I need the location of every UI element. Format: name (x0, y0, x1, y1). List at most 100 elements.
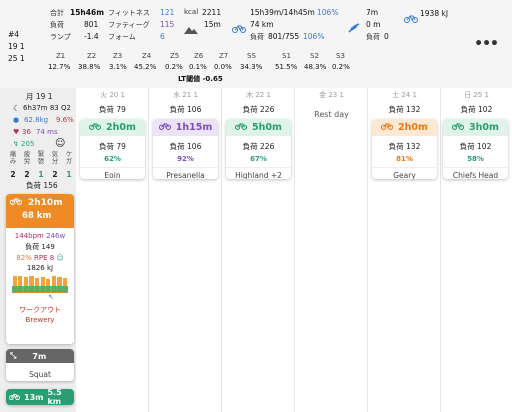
steps-value: 205 (21, 140, 35, 148)
day-date: 金 23 1 (319, 91, 344, 99)
load-value: 801 (84, 20, 99, 29)
week-start: 19 1 (8, 42, 25, 51)
workout-label: ワークアウト (19, 306, 61, 314)
other-time: 7m (366, 8, 379, 17)
zone-value: 38.8% (78, 63, 101, 71)
walk-card[interactable]: 13m 5.5 km (6, 389, 74, 405)
zone-label: Z6 (194, 52, 204, 60)
other-load-label: 負荷 (366, 33, 380, 41)
zone-value: 0.2% (165, 63, 183, 71)
moon-icon: ☾ (13, 104, 21, 113)
bike-icon (380, 122, 394, 133)
other-load-value: 0 (384, 32, 389, 41)
form-value: 6 (160, 32, 165, 41)
more-menu-button[interactable]: ••• (474, 36, 499, 52)
walk-distance: 5.5 km (47, 389, 62, 405)
bike-load-pct: 106% (303, 32, 325, 41)
ride-compliance: 92% (177, 155, 194, 163)
ride-name: Brewery (25, 316, 55, 324)
wellness-labels: 痛み 疲労 緊張 気分 ケガ (9, 151, 73, 165)
day-date: 日 25 1 (464, 91, 489, 99)
bike-load-value: 801/755 (268, 32, 300, 41)
zone-label: SS (247, 52, 256, 60)
bike-icon (451, 122, 465, 133)
cursor-arrow-icon: ↖ (48, 293, 54, 301)
wellness-label: ケガ (65, 150, 73, 165)
day-date: 土 24 1 (392, 91, 417, 99)
zone-value: 0.1% (189, 63, 207, 71)
wellness-label: 緊張 (37, 150, 45, 165)
ride-card-geary[interactable]: 2h0m 負荷 132 81% Geary (372, 119, 437, 179)
wellness-value: 2 (10, 170, 16, 179)
zone-value: 3.1% (109, 63, 127, 71)
zone-label: Z7 (219, 52, 229, 60)
ride-card-presanella[interactable]: 1h15m 負荷 106 92% Presanella (153, 119, 218, 179)
ramp-label: ランプ (50, 33, 71, 41)
total-value: 15h46m (70, 8, 105, 17)
bike-icon (234, 122, 248, 133)
ride-compliance: 81% (396, 155, 413, 163)
bodyfat-value: 9.6% (56, 116, 74, 124)
ride-rpe: RPE 8 (34, 254, 55, 262)
week-summary: #4 19 1 25 1 合計 15h46m 負荷 801 ランプ -1.4 フ… (0, 0, 512, 88)
bike-icon (88, 122, 102, 133)
ride-compliance: 62% (104, 155, 121, 163)
strength-time: 7m (32, 351, 47, 361)
bike-load-label: 負荷 (250, 33, 264, 41)
zone-label: Z4 (142, 52, 152, 60)
ride-card-eoin[interactable]: 2h0m 負荷 79 62% Eoin (80, 119, 145, 179)
zone-label: Z5 (170, 52, 180, 60)
zone-label: S3 (336, 52, 345, 60)
today-load: 負荷 156 (26, 181, 58, 190)
rest-day-label: Rest day (314, 110, 349, 119)
ride-time: 1h15m (175, 122, 213, 133)
bike-distance: 74 km (250, 20, 274, 29)
wellness-label: 疲労 (23, 150, 31, 165)
zone-label: Z3 (113, 52, 123, 60)
wellness-value: 1 (38, 170, 44, 179)
fitness-value: 121 (160, 8, 175, 17)
ride-card-brewery[interactable]: 2h10m 68 km 144bpm 246w 負荷 149 82% RPE 8… (6, 194, 74, 344)
ride-card-highland[interactable]: 5h0m 負荷 226 67% Highland +2 (226, 119, 291, 179)
ride-name: Eoin (80, 167, 145, 179)
fatigue-label: ファティーグ (108, 21, 150, 29)
ride-name: Highland +2 (226, 167, 291, 179)
fitness-label: フィットネス (108, 9, 150, 17)
hrv-value: 36 (22, 128, 31, 136)
ride-feel: 82% (16, 254, 32, 262)
kcal-value: 2211 (202, 8, 222, 17)
ride-power: 246w (46, 232, 66, 240)
day-column (295, 88, 368, 412)
zone-value: 0.0% (214, 63, 232, 71)
ride-compliance: 58% (467, 155, 484, 163)
form-label: フォーム (108, 33, 136, 41)
day-load: 負荷 102 (460, 105, 493, 114)
fatigue-value: 115 (160, 20, 175, 29)
zone-value: 34.3% (240, 63, 263, 71)
zone-value: 51.5% (275, 63, 298, 71)
day-load: 負荷 132 (388, 105, 421, 114)
hrv-unit: 74 ms (36, 128, 58, 136)
ride-load: 負荷 106 (169, 142, 202, 151)
ramp-value: -1.4 (84, 32, 99, 41)
day-load: 負荷 79 (99, 105, 126, 114)
sleep-value: 6h37m 83 Q2 (23, 104, 71, 112)
bike-time: 15h39m/14h45m (250, 8, 315, 17)
week-end: 25 1 (8, 54, 25, 63)
water-drop-icon: ● (13, 116, 20, 124)
zone-label: S1 (282, 52, 291, 60)
wellness-label: 気分 (51, 150, 59, 165)
wellness-value: 1 (66, 170, 72, 179)
ride-load: 負荷 226 (242, 142, 275, 151)
week-number: #4 (8, 30, 20, 39)
ride-card-chiefs-head[interactable]: 3h0m 負荷 102 58% Chiefs Head (443, 119, 508, 179)
day-date: 木 22 1 (246, 91, 271, 99)
strength-card-squat[interactable]: ⤡ 7m Squat (6, 349, 74, 381)
wellness-label: 痛み (9, 150, 17, 165)
day-load: 負荷 106 (169, 105, 202, 114)
mountain-icon (184, 19, 198, 38)
feel-smile-icon: ☺ (56, 254, 64, 262)
walk-time: 13m (24, 392, 44, 402)
zone-label: S2 (310, 52, 319, 60)
ride-hr: 144bpm (14, 232, 44, 240)
